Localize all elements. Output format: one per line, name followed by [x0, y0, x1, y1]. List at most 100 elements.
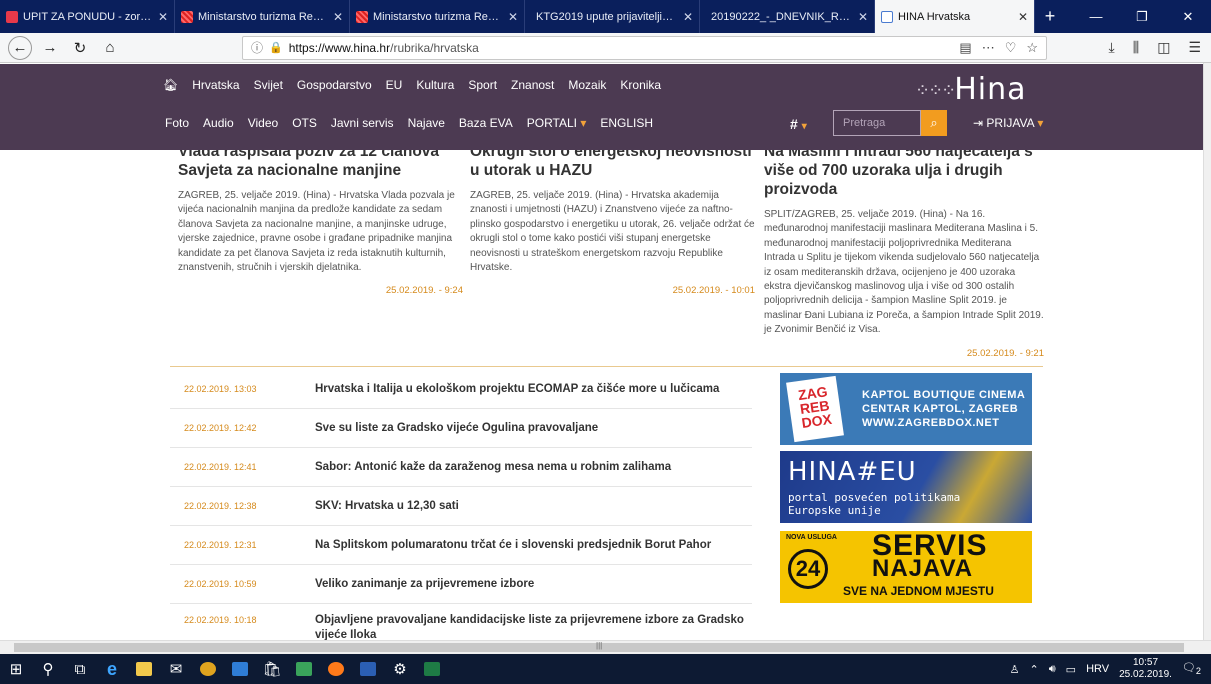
- firefox-icon[interactable]: [320, 654, 352, 684]
- hashtag-menu-button[interactable]: # ▾: [790, 116, 807, 132]
- url-bar[interactable]: ⓘ 🔒 https://www.hina.hr /rubrika/hrvatsk…: [242, 35, 1047, 60]
- nav-item-sport[interactable]: Sport: [468, 78, 497, 92]
- close-icon[interactable]: ✕: [858, 10, 868, 24]
- store-icon[interactable]: 🛍︎: [256, 654, 288, 684]
- notifications-icon[interactable]: 🗨︎2: [1182, 661, 1201, 676]
- reader-view-icon[interactable]: ▤: [959, 40, 971, 56]
- task-view-icon[interactable]: ⧉: [64, 654, 96, 684]
- nav-item-gospodarstvo[interactable]: Gospodarstvo: [297, 78, 372, 92]
- news-title[interactable]: Objavljene pravovaljane kandidacijske li…: [315, 613, 745, 640]
- article-card[interactable]: Vlada raspisala poziv za 12 članova Savj…: [178, 150, 463, 296]
- browser-tab[interactable]: KTG2019 upute prijaviteljima - 00 ✕: [525, 0, 700, 33]
- info-icon[interactable]: ⓘ: [251, 39, 263, 56]
- list-item[interactable]: 22.02.2019. 10:18 Objavljene pravovaljan…: [170, 604, 752, 640]
- tray-chevron-icon[interactable]: ⌃: [1030, 663, 1039, 676]
- article-title[interactable]: Na Maslini i Intradi 560 natjecatelja s …: [764, 150, 1044, 199]
- list-item[interactable]: 22.02.2019. 13:03 Hrvatska i Italija u e…: [170, 370, 752, 409]
- news-title[interactable]: SKV: Hrvatska u 12,30 sati: [315, 499, 459, 514]
- browser-tab[interactable]: UPIT ZA PONUDU - zorana.zd ✕: [0, 0, 175, 33]
- input-language[interactable]: HRV: [1086, 663, 1109, 675]
- list-item[interactable]: 22.02.2019. 12:31 Na Splitskom polumarat…: [170, 526, 752, 565]
- close-icon[interactable]: ✕: [508, 10, 518, 24]
- home-icon[interactable]: 🏠︎: [163, 78, 178, 92]
- people-icon[interactable]: ♙: [1010, 663, 1020, 676]
- new-tab-button[interactable]: +: [1035, 0, 1065, 33]
- servis-najava-banner[interactable]: NOVA USLUGA 24 SERVIS NAJAVA SVE NA JEDN…: [780, 531, 1032, 603]
- nav-item-eu[interactable]: EU: [386, 78, 403, 92]
- nav-item-svijet[interactable]: Svijet: [254, 78, 283, 92]
- subnav-item-english[interactable]: ENGLISH: [600, 116, 653, 130]
- list-item[interactable]: 22.02.2019. 12:41 Sabor: Antonić kaže da…: [170, 448, 752, 487]
- news-title[interactable]: Sabor: Antonić kaže da zaraženog mesa ne…: [315, 460, 671, 475]
- close-icon[interactable]: ✕: [333, 10, 343, 24]
- close-icon[interactable]: ✕: [683, 10, 693, 24]
- reload-icon[interactable]: ↻: [68, 36, 92, 60]
- menu-icon[interactable]: ☰: [1188, 39, 1201, 56]
- browser-tab-active[interactable]: HINA Hrvatska ✕: [875, 0, 1035, 33]
- page-actions-icon[interactable]: ⋯: [982, 40, 995, 56]
- subnav-item-ots[interactable]: OTS: [292, 116, 317, 130]
- bookmark-star-icon[interactable]: ☆: [1026, 40, 1038, 56]
- browser-tab[interactable]: Ministarstvo turizma Republik ✕: [350, 0, 525, 33]
- volume-icon[interactable]: 🔊︎: [1049, 663, 1056, 676]
- news-title[interactable]: Sve su liste za Gradsko vijeće Ogulina p…: [315, 421, 598, 436]
- subnav-item-audio[interactable]: Audio: [203, 116, 234, 130]
- windows-start-icon[interactable]: ⊞: [0, 654, 32, 684]
- article-title[interactable]: Okrugli stol o energetskoj neovisnosti u…: [470, 150, 755, 180]
- back-icon[interactable]: ←: [8, 35, 32, 60]
- photos-icon[interactable]: [288, 654, 320, 684]
- article-title[interactable]: Vlada raspisala poziv za 12 članova Savj…: [178, 150, 463, 180]
- news-title[interactable]: Na Splitskom polumaratonu trčat će i slo…: [315, 538, 711, 553]
- network-icon[interactable]: ▭: [1066, 663, 1076, 676]
- article-card[interactable]: Okrugli stol o energetskoj neovisnosti u…: [470, 150, 755, 296]
- hina-logo[interactable]: ⁘⁘⁘Hina: [915, 72, 1027, 107]
- restore-icon[interactable]: ❐: [1119, 0, 1165, 33]
- subnav-item-video[interactable]: Video: [248, 116, 278, 130]
- file-explorer-icon[interactable]: [128, 654, 160, 684]
- news-title[interactable]: Veliko zanimanje za prijevremene izbore: [315, 577, 534, 592]
- search-icon[interactable]: ⌕: [921, 110, 947, 136]
- browser-tab[interactable]: Ministarstvo turizma Republik ✕: [175, 0, 350, 33]
- library-icon[interactable]: ⫼: [1133, 39, 1139, 56]
- network-app-icon[interactable]: ⚙: [384, 654, 416, 684]
- media-player-icon[interactable]: [224, 654, 256, 684]
- edge-icon[interactable]: e: [96, 654, 128, 684]
- mail-icon[interactable]: ✉: [160, 654, 192, 684]
- subnav-item-baza-eva[interactable]: Baza EVA: [459, 116, 513, 130]
- list-item[interactable]: 22.02.2019. 12:38 SKV: Hrvatska u 12,30 …: [170, 487, 752, 526]
- news-title[interactable]: Hrvatska i Italija u ekološkom projektu …: [315, 382, 719, 397]
- subnav-item-najave[interactable]: Najave: [408, 116, 445, 130]
- pocket-icon[interactable]: ♡: [1005, 40, 1017, 56]
- clock[interactable]: 10:57 25.02.2019.: [1119, 657, 1172, 681]
- download-icon[interactable]: ⤓: [1109, 39, 1115, 56]
- list-item[interactable]: 22.02.2019. 10:59 Veliko zanimanje za pr…: [170, 565, 752, 604]
- close-window-icon[interactable]: ✕: [1165, 0, 1211, 33]
- sidebar-icon[interactable]: ◫: [1157, 39, 1170, 56]
- forward-icon[interactable]: →: [38, 36, 62, 60]
- list-item[interactable]: 22.02.2019. 12:42 Sve su liste za Gradsk…: [170, 409, 752, 448]
- browser-tab[interactable]: 20190222_-_DNEVNIK_RADIO_SPL ✕: [700, 0, 875, 33]
- subnav-item-javni-servis[interactable]: Javni servis: [331, 116, 394, 130]
- minimize-icon[interactable]: —: [1073, 0, 1119, 33]
- close-icon[interactable]: ✕: [158, 10, 168, 24]
- close-icon[interactable]: ✕: [1018, 10, 1028, 24]
- search-input[interactable]: [833, 110, 921, 136]
- search-icon[interactable]: ⚲: [32, 654, 64, 684]
- excel-icon[interactable]: [416, 654, 448, 684]
- article-card[interactable]: Na Maslini i Intradi 560 natjecatelja s …: [764, 150, 1044, 359]
- word-icon[interactable]: [352, 654, 384, 684]
- chrome-icon[interactable]: [192, 654, 224, 684]
- vertical-scrollbar[interactable]: [1203, 63, 1211, 640]
- subnav-item-portali[interactable]: PORTALI ▾: [527, 116, 587, 130]
- hina-eu-banner[interactable]: HINA#EU portal posvećen politikama Europ…: [780, 451, 1032, 523]
- home-icon[interactable]: ⌂: [98, 36, 122, 60]
- login-button[interactable]: ⇥ PRIJAVA ▾: [973, 116, 1043, 130]
- nav-item-kronika[interactable]: Kronika: [620, 78, 661, 92]
- zagrebdox-banner[interactable]: ZAG REB DOX KAPTOL BOUTIQUE CINEMA CENTA…: [780, 373, 1032, 445]
- nav-item-kultura[interactable]: Kultura: [416, 78, 454, 92]
- subnav-item-foto[interactable]: Foto: [165, 116, 189, 130]
- nav-item-mozaik[interactable]: Mozaik: [568, 78, 606, 92]
- nav-item-znanost[interactable]: Znanost: [511, 78, 554, 92]
- nav-item-hrvatska[interactable]: Hrvatska: [192, 78, 239, 92]
- horizontal-scrollbar[interactable]: |||: [0, 640, 1211, 654]
